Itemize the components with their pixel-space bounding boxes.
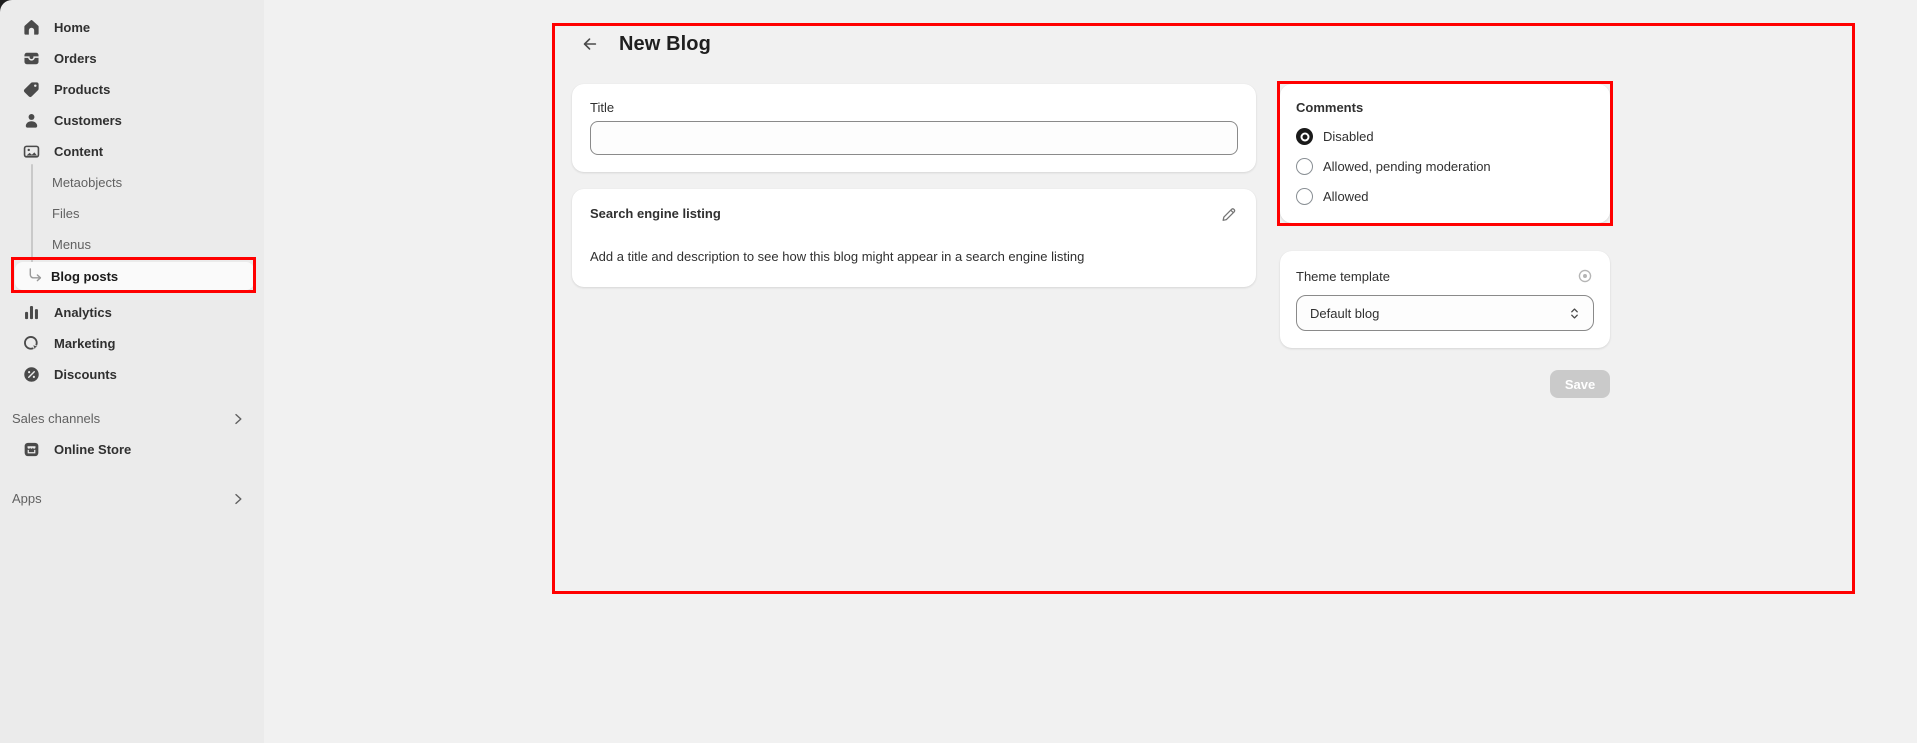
select-updown-icon — [1566, 305, 1583, 322]
seo-card-description: Add a title and description to see how t… — [590, 248, 1238, 265]
radio-option-allowed[interactable]: Allowed — [1296, 188, 1594, 205]
chevron-right-icon — [230, 411, 246, 427]
preview-theme-button[interactable] — [1576, 267, 1594, 285]
title-field-label: Title — [590, 100, 1238, 115]
primary-column: Title Search engine listing Add a title … — [572, 84, 1256, 287]
radio-option-label: Allowed, pending moderation — [1323, 159, 1491, 174]
sidebar-item-label: Discounts — [54, 367, 117, 382]
page-header: New Blog — [572, 28, 1610, 60]
sidebar-item-label: Online Store — [54, 442, 131, 457]
radio-selected-icon[interactable] — [1296, 128, 1313, 145]
comments-card: Comments Disabled Allowed, pending moder… — [1280, 84, 1610, 223]
section-heading: Apps — [12, 491, 42, 506]
radio-unselected-icon[interactable] — [1296, 188, 1313, 205]
sidebar-item-blog-posts[interactable]: Blog posts — [15, 262, 254, 290]
sidebar-item-label: Marketing — [54, 336, 115, 351]
pencil-icon — [1220, 206, 1238, 224]
radio-option-allowed-pending-moderation[interactable]: Allowed, pending moderation — [1296, 158, 1594, 175]
radio-option-label: Disabled — [1323, 129, 1374, 144]
arrow-left-icon — [581, 35, 599, 53]
sidebar-item-label: Orders — [54, 51, 97, 66]
sidebar-item-metaobjects[interactable]: Metaobjects — [0, 167, 264, 198]
sidebar-item-menus[interactable]: Menus — [0, 229, 264, 260]
save-button[interactable]: Save — [1550, 370, 1610, 398]
sidebar-section-apps[interactable]: Apps — [0, 483, 264, 514]
sidebar-item-label: Content — [54, 144, 103, 159]
radio-unselected-icon[interactable] — [1296, 158, 1313, 175]
marketing-icon — [22, 334, 41, 353]
content-icon — [22, 142, 41, 161]
title-input[interactable] — [590, 121, 1238, 155]
eye-icon — [1576, 267, 1594, 285]
comments-card-title: Comments — [1296, 100, 1594, 115]
sidebar-item-content[interactable]: Content — [0, 136, 264, 167]
sidebar-item-online-store[interactable]: Online Store — [0, 434, 264, 465]
theme-template-label: Theme template — [1296, 269, 1390, 284]
seo-card-title: Search engine listing — [590, 206, 721, 221]
sidebar-item-label: Products — [54, 82, 110, 97]
sidebar-item-home[interactable]: Home — [0, 12, 264, 43]
section-heading: Sales channels — [12, 411, 100, 426]
sidebar-item-marketing[interactable]: Marketing — [0, 328, 264, 359]
title-card: Title — [572, 84, 1256, 172]
radio-option-label: Allowed — [1323, 189, 1369, 204]
theme-template-select[interactable]: Default blog — [1296, 295, 1594, 331]
page-title: New Blog — [619, 33, 711, 56]
sidebar-item-products[interactable]: Products — [0, 74, 264, 105]
sidebar-item-discounts[interactable]: Discounts — [0, 359, 264, 390]
sidebar-item-label: Home — [54, 20, 90, 35]
sidebar-subitem-label: Blog posts — [51, 269, 118, 284]
sidebar-item-files[interactable]: Files — [0, 198, 264, 229]
sidebar: Home Orders Products Customers Content — [0, 0, 264, 743]
edit-seo-button[interactable] — [1220, 206, 1238, 224]
discounts-icon — [22, 365, 41, 384]
secondary-column: Comments Disabled Allowed, pending moder… — [1280, 84, 1610, 398]
products-icon — [22, 80, 41, 99]
new-blog-page: New Blog Title Search engine listing Add… — [572, 28, 1610, 398]
chevron-right-icon — [230, 491, 246, 507]
home-icon — [22, 18, 41, 37]
sidebar-item-customers[interactable]: Customers — [0, 105, 264, 136]
analytics-icon — [22, 303, 41, 322]
back-button[interactable] — [576, 30, 604, 58]
customers-icon — [22, 111, 41, 130]
sidebar-subitem-label: Metaobjects — [52, 175, 122, 190]
sidebar-item-analytics[interactable]: Analytics — [0, 297, 264, 328]
sidebar-section-sales-channels[interactable]: Sales channels — [0, 403, 264, 434]
radio-option-disabled[interactable]: Disabled — [1296, 128, 1594, 145]
corner-down-right-arrow-icon — [27, 268, 44, 285]
search-engine-listing-card: Search engine listing Add a title and de… — [572, 189, 1256, 287]
online-store-icon — [22, 440, 41, 459]
theme-template-selected-value: Default blog — [1310, 306, 1379, 321]
sidebar-item-label: Analytics — [54, 305, 112, 320]
sidebar-subitem-label: Files — [52, 206, 79, 221]
sidebar-item-orders[interactable]: Orders — [0, 43, 264, 74]
content-tree-line — [31, 164, 33, 264]
orders-icon — [22, 49, 41, 68]
theme-template-card: Theme template Default blog — [1280, 251, 1610, 348]
sidebar-item-label: Customers — [54, 113, 122, 128]
sidebar-subitem-label: Menus — [52, 237, 91, 252]
